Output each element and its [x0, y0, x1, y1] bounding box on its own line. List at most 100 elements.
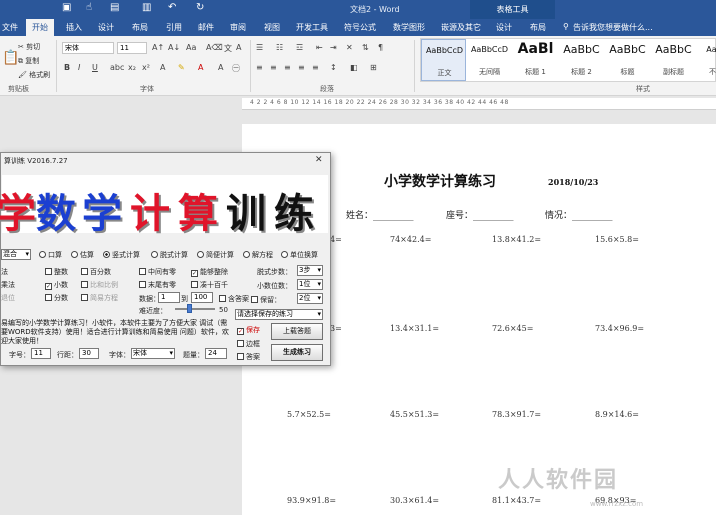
mode-oral[interactable]: 口算: [39, 250, 62, 260]
char-border-icon[interactable]: A: [236, 43, 241, 52]
save-icon[interactable]: ▣: [62, 2, 71, 13]
close-icon[interactable]: ✕: [315, 155, 323, 165]
opt-middle-zero[interactable]: 中间有零: [139, 267, 176, 277]
style-subtle[interactable]: AaBbC 不明显: [697, 39, 716, 81]
tab-table-design[interactable]: 设计: [496, 22, 512, 33]
saved-practice-select[interactable]: 请选择保存的练习: [235, 309, 323, 320]
horizontal-ruler[interactable]: 4 2 2 4 6 8 10 12 14 16 18 20 22 24 26 2…: [242, 98, 716, 110]
opt-trailing-zero[interactable]: 末尾有零: [139, 280, 176, 290]
mode-estimate[interactable]: 估算: [71, 250, 94, 260]
font-size-select[interactable]: 11: [117, 42, 147, 54]
mode-select[interactable]: 混合: [1, 249, 31, 260]
has-answer-checkbox[interactable]: 含答案: [219, 294, 249, 304]
keep-select[interactable]: 2位: [297, 293, 323, 304]
shrink-font-icon[interactable]: A↓: [168, 43, 180, 52]
grow-font-icon[interactable]: A↑: [152, 43, 164, 52]
text-effects-icon[interactable]: A: [160, 63, 165, 72]
style-subtitle[interactable]: AaBbC 副标题: [651, 39, 696, 81]
tab-home[interactable]: 开始: [26, 19, 54, 36]
opt-ratio[interactable]: 比和比例: [81, 280, 118, 290]
tell-me-box[interactable]: 告诉我您想要做什么...: [573, 22, 653, 33]
phonetic-icon[interactable]: 文: [224, 43, 232, 54]
font-select[interactable]: 宋体: [131, 348, 175, 359]
copy-button[interactable]: ⧉ 复制: [18, 56, 39, 66]
range-min-input[interactable]: 1: [158, 292, 180, 303]
tab-other[interactable]: 嵌源及其它: [441, 22, 481, 33]
tab-references[interactable]: 引用: [166, 22, 182, 33]
tab-view[interactable]: 视图: [264, 22, 280, 33]
paste-icon[interactable]: 📋: [2, 50, 19, 66]
tab-mailings[interactable]: 邮件: [198, 22, 214, 33]
keep-checkbox[interactable]: 保留：: [251, 295, 281, 305]
format-painter-button[interactable]: 🖌 格式刷: [18, 70, 50, 80]
tab-math-graphics[interactable]: 数学图形: [393, 22, 425, 33]
tab-developer[interactable]: 开发工具: [296, 22, 328, 33]
opt-round-tens[interactable]: 凑十百千: [191, 280, 228, 290]
opt-decimal[interactable]: ✓ 小数: [45, 280, 68, 290]
undo-icon[interactable]: ↶: [168, 2, 176, 13]
strikethrough-icon[interactable]: abc: [110, 63, 124, 72]
tab-insert[interactable]: 插入: [66, 22, 82, 33]
align-left-icon[interactable]: ≡: [256, 63, 263, 72]
new-doc-icon[interactable]: ▤: [110, 2, 119, 13]
tab-review[interactable]: 审阅: [230, 22, 246, 33]
load-answers-button[interactable]: 上载答题: [271, 323, 323, 340]
tab-symbol-formula[interactable]: 符号公式: [344, 22, 376, 33]
justify-icon[interactable]: ≡: [298, 63, 305, 72]
clear-format-icon[interactable]: A⌫: [206, 43, 223, 52]
bold-icon[interactable]: B: [64, 63, 70, 72]
decrease-indent-icon[interactable]: ⇤: [316, 43, 323, 52]
mode-simple[interactable]: 简便计算: [197, 250, 234, 260]
show-marks-icon[interactable]: ¶: [378, 43, 383, 52]
open-icon[interactable]: ▥: [142, 2, 151, 13]
style-no-spacing[interactable]: AaBbCcD 无间隔: [467, 39, 512, 81]
mode-unit[interactable]: 单位换算: [281, 250, 318, 260]
steps-select[interactable]: 3步: [297, 265, 323, 276]
mode-equation[interactable]: 解方程: [243, 250, 273, 260]
numbering-icon[interactable]: ☷: [276, 43, 283, 52]
tell-me-search-icon[interactable]: ⚲: [563, 22, 569, 31]
style-heading-1[interactable]: AaBl 标题 1: [513, 39, 558, 81]
line-spacing-icon[interactable]: ↕: [330, 63, 337, 72]
border-checkbox[interactable]: 边框: [237, 339, 260, 349]
underline-icon[interactable]: U: [92, 63, 98, 72]
bullets-icon[interactable]: ☰: [256, 43, 263, 52]
opt-integer[interactable]: 整数: [45, 267, 68, 277]
tab-file[interactable]: 文件: [2, 22, 18, 33]
highlight-icon[interactable]: ✎: [178, 63, 185, 72]
range-max-input[interactable]: 100: [191, 292, 213, 303]
generate-practice-button[interactable]: 生成练习: [271, 344, 323, 361]
save-checkbox[interactable]: ✓ 保存: [237, 325, 260, 335]
multilevel-list-icon[interactable]: ☲: [296, 43, 303, 52]
increase-indent-icon[interactable]: ⇥: [330, 43, 337, 52]
opt-fraction[interactable]: 分数: [45, 293, 68, 303]
style-heading-2[interactable]: AaBbC 标题 2: [559, 39, 604, 81]
cut-button[interactable]: ✂ 剪切: [18, 42, 40, 52]
font-color-icon[interactable]: A: [198, 63, 203, 72]
align-right-icon[interactable]: ≡: [284, 63, 291, 72]
mode-vertical[interactable]: 竖式计算: [103, 250, 140, 260]
tab-design[interactable]: 设计: [98, 22, 114, 33]
opt-divisible[interactable]: ✓ 能够整除: [191, 267, 228, 277]
italic-icon[interactable]: I: [78, 63, 80, 72]
font-size-input[interactable]: 11: [31, 348, 51, 359]
redo-icon[interactable]: ↻: [196, 2, 204, 13]
style-title[interactable]: AaBbC 标题: [605, 39, 650, 81]
align-center-icon[interactable]: ≡: [270, 63, 277, 72]
opt-simple-equation[interactable]: 简易方程: [81, 293, 118, 303]
answer-checkbox[interactable]: 答案: [237, 352, 260, 362]
difficulty-slider-track[interactable]: [175, 308, 215, 310]
mode-step[interactable]: 脱式计算: [151, 250, 188, 260]
subscript-icon[interactable]: x₂: [128, 63, 136, 72]
change-case-icon[interactable]: Aa: [186, 43, 196, 52]
sort-icon[interactable]: ⇅: [362, 43, 369, 52]
font-name-select[interactable]: 宋体: [62, 42, 114, 54]
superscript-icon[interactable]: x²: [142, 63, 150, 72]
touch-mode-icon[interactable]: ☝: [86, 2, 92, 13]
distributed-icon[interactable]: ≡: [312, 63, 319, 72]
count-input[interactable]: 24: [205, 348, 227, 359]
difficulty-slider-thumb[interactable]: [187, 304, 192, 313]
style-normal[interactable]: AaBbCcD 正文: [421, 39, 466, 81]
chinese-layout-icon[interactable]: ✕: [346, 43, 353, 52]
char-shading-icon[interactable]: A: [218, 63, 223, 72]
